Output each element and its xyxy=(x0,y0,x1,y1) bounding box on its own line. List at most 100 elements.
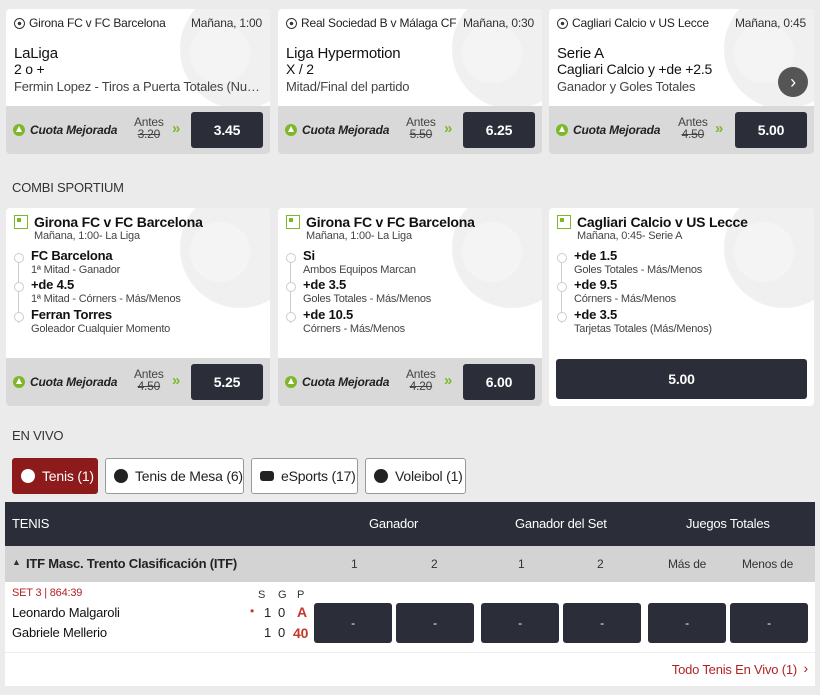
tab-tennis[interactable]: Tenis (1) xyxy=(12,458,98,494)
boost-arrow-icon xyxy=(285,376,297,388)
competition: LaLiga xyxy=(14,45,58,62)
match-time: Mañana, 1:00- La Liga xyxy=(34,230,140,242)
next-arrow-button[interactable]: › xyxy=(778,67,808,97)
odds-button[interactable]: 6.25 xyxy=(463,112,535,148)
col-label: 1 xyxy=(351,557,358,571)
previous-odds: Antes 4.50 xyxy=(134,367,164,393)
featured-card[interactable]: Cagliari Calcio v US Lecce Mañana, 0:45 S… xyxy=(549,9,814,154)
boosted-odds-label: Cuota Mejorada xyxy=(285,123,389,137)
featured-card[interactable]: Real Sociedad B v Málaga CF Mañana, 0:30 … xyxy=(278,9,542,154)
match-name: Real Sociedad B v Málaga CF xyxy=(301,16,457,30)
odds-button[interactable]: - xyxy=(563,603,641,643)
col-label: 2 xyxy=(431,557,438,571)
table-tennis-icon xyxy=(114,469,128,483)
tournament-name: ITF Masc. Trento Clasificación (ITF) xyxy=(26,556,237,571)
leg-bullet xyxy=(557,282,567,292)
match-time: Mañana, 0:30 xyxy=(463,16,534,30)
boost-arrow-icon xyxy=(13,124,25,136)
combi-icon xyxy=(286,215,300,229)
leg-bullet xyxy=(14,282,24,292)
chevrons-right-icon: » xyxy=(444,372,453,389)
leg-bullet xyxy=(286,253,296,263)
match-time: Mañana, 1:00 xyxy=(191,16,262,30)
serving-indicator: • xyxy=(250,604,255,618)
leg-bullet xyxy=(286,282,296,292)
chevrons-right-icon: » xyxy=(172,120,181,137)
col-winner: Ganador xyxy=(369,516,419,531)
match-name: Cagliari Calcio v US Lecce xyxy=(572,16,709,30)
col-label: 1 xyxy=(518,557,525,571)
odds-button[interactable]: 3.45 xyxy=(191,112,263,148)
col-label: Menos de xyxy=(742,557,794,571)
all-tennis-live-link[interactable]: Todo Tenis En Vivo (1) xyxy=(672,662,797,677)
odds-button[interactable]: - xyxy=(314,603,392,643)
match-name: Girona FC v FC Barcelona xyxy=(34,214,203,230)
odds-button[interactable]: - xyxy=(648,603,726,643)
live-table-header: TENIS Ganador Ganador del Set Juegos Tot… xyxy=(5,502,815,546)
points-score: A xyxy=(297,604,307,620)
points-score: 40 xyxy=(293,625,309,641)
match-time: Mañana, 0:45 xyxy=(735,16,806,30)
tab-esports[interactable]: eSports (17) xyxy=(251,458,358,494)
match-name: Cagliari Calcio v US Lecce xyxy=(577,214,748,230)
tennis-ball-icon xyxy=(21,469,35,483)
col-total-games: Juegos Totales xyxy=(686,516,770,531)
featured-card[interactable]: Girona FC v FC Barcelona Mañana, 1:00 LaL… xyxy=(6,9,270,154)
tab-table-tennis[interactable]: Tenis de Mesa (6) xyxy=(105,458,244,494)
competition: Liga Hypermotion xyxy=(286,45,401,62)
chevron-right-icon[interactable]: › xyxy=(804,660,809,676)
combi-icon xyxy=(557,215,571,229)
sets-score: 1 xyxy=(264,625,272,640)
combi-card[interactable]: Girona FC v FC Barcelona Mañana, 1:00- L… xyxy=(278,208,542,406)
leg-bullet xyxy=(286,312,296,322)
odds-button[interactable]: 5.25 xyxy=(191,364,263,400)
competition: Serie A xyxy=(557,45,604,62)
previous-odds: Antes 5.50 xyxy=(406,115,436,141)
col-label: Más de xyxy=(668,557,707,571)
combi-card[interactable]: Cagliari Calcio v US Lecce Mañana, 0:45-… xyxy=(549,208,814,406)
odds-button[interactable]: 6.00 xyxy=(463,364,535,400)
boosted-odds-label: Cuota Mejorada xyxy=(13,375,117,389)
odds-button[interactable]: 5.00 xyxy=(556,359,807,399)
section-title-live: EN VIVO xyxy=(12,428,64,443)
boosted-odds-label: Cuota Mejorada xyxy=(285,375,389,389)
gamepad-icon xyxy=(260,471,274,481)
market-description: Fermin Lopez - Tiros a Puerta Totales (N… xyxy=(14,79,262,94)
leg-bullet xyxy=(557,253,567,263)
odds-button[interactable]: 5.00 xyxy=(735,112,807,148)
col-set-winner: Ganador del Set xyxy=(515,516,607,531)
soccer-ball-icon xyxy=(286,17,297,29)
boost-arrow-icon xyxy=(13,376,25,388)
combi-card[interactable]: Girona FC v FC Barcelona Mañana, 1:00- L… xyxy=(6,208,270,406)
selection: X / 2 xyxy=(286,61,314,77)
combi-icon xyxy=(14,215,28,229)
boost-arrow-icon xyxy=(285,124,297,136)
player-name: Leonardo Malgaroli xyxy=(12,605,120,620)
match-time: Mañana, 1:00- La Liga xyxy=(306,230,412,242)
section-title-combi: COMBI SPORTIUM xyxy=(12,180,124,195)
volleyball-icon xyxy=(374,469,388,483)
score-header: P xyxy=(297,589,305,601)
selection: 2 o + xyxy=(14,61,45,77)
odds-button[interactable]: - xyxy=(396,603,474,643)
soccer-ball-icon xyxy=(14,17,25,29)
previous-odds: Antes 4.50 xyxy=(678,115,708,141)
boost-arrow-icon xyxy=(556,124,568,136)
market-description: Mitad/Final del partido xyxy=(286,79,410,94)
odds-button[interactable]: - xyxy=(481,603,559,643)
odds-button[interactable]: - xyxy=(730,603,808,643)
chevrons-right-icon: » xyxy=(715,120,724,137)
table-footer: Todo Tenis En Vivo (1) › xyxy=(5,652,815,686)
score-header: S xyxy=(258,589,266,601)
tournament-header[interactable]: ▲ ITF Masc. Trento Clasificación (ITF) 1… xyxy=(5,546,815,582)
previous-odds: Antes 4.20 xyxy=(406,367,436,393)
tab-volleyball[interactable]: Voleibol (1) xyxy=(365,458,466,494)
games-score: 0 xyxy=(278,605,286,620)
soccer-ball-icon xyxy=(557,17,568,29)
previous-odds: Antes 3.20 xyxy=(134,115,164,141)
collapse-icon[interactable]: ▲ xyxy=(12,557,21,567)
match-time: Mañana, 0:45- Serie A xyxy=(577,230,683,242)
match-status: SET 3 | 864:39 xyxy=(12,587,83,599)
col-label: 2 xyxy=(597,557,604,571)
sets-score: 1 xyxy=(264,605,272,620)
